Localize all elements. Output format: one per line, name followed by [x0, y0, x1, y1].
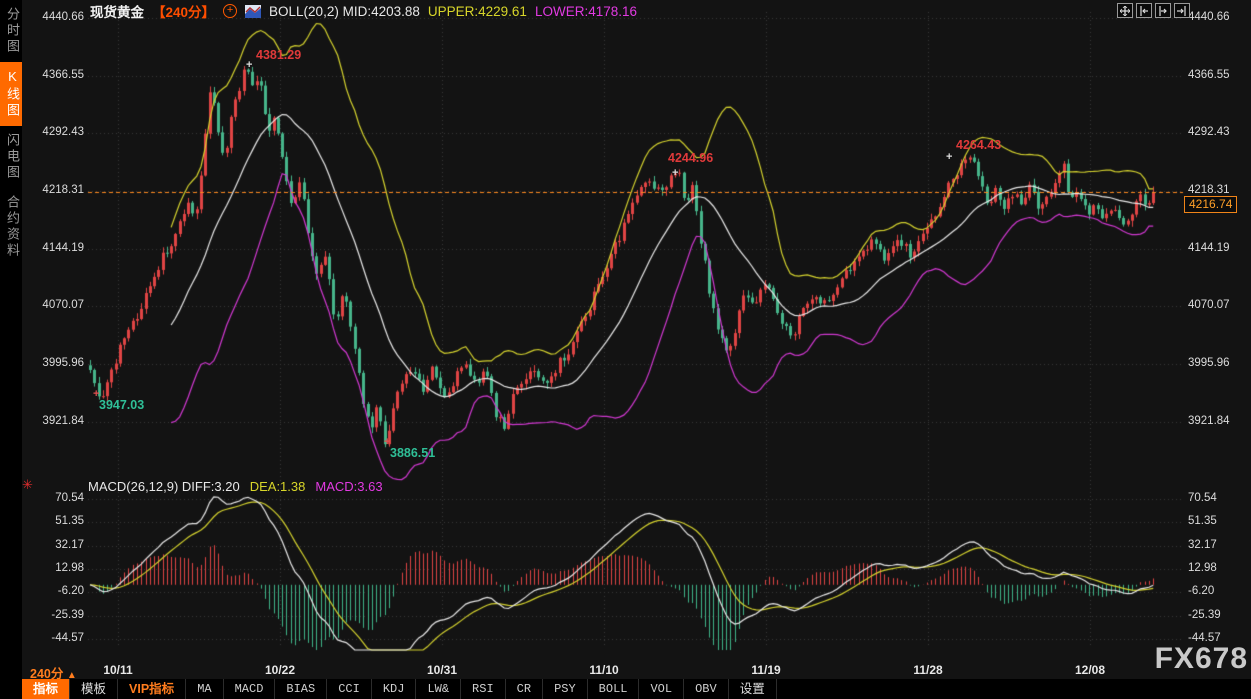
boll-upper-readout: UPPER:4229.61 [428, 4, 527, 19]
y-axis-label-macd-left: -6.20 [24, 585, 84, 597]
y-axis-label-main-left: 4144.19 [24, 242, 84, 254]
extreme-marker: + [672, 167, 678, 179]
price-annotation: 3947.03 [99, 398, 144, 412]
price-annotation: 4381.29 [256, 48, 301, 62]
shift-chart-icon[interactable] [1174, 3, 1190, 18]
price-annotation: 4244.96 [668, 151, 713, 165]
y-axis-label-main-right: 4070.07 [1188, 299, 1230, 311]
toolbar-tab-kdj[interactable]: KDJ [372, 679, 417, 699]
toolbar-tab-boll[interactable]: BOLL [588, 679, 640, 699]
crosshair-icon[interactable] [1117, 3, 1133, 18]
y-axis-label-main-right: 4218.31 [1188, 184, 1230, 196]
extreme-marker: + [93, 388, 99, 400]
x-axis-date-label: 11/19 [751, 663, 780, 677]
y-axis-label-macd-left: 32.17 [24, 539, 84, 551]
toolbar-tab-bias[interactable]: BIAS [275, 679, 327, 699]
y-axis-label-macd-right: 32.17 [1188, 539, 1217, 551]
y-axis-label-macd-right: -6.20 [1188, 585, 1214, 597]
toolbar-tab-vol[interactable]: VOL [639, 679, 684, 699]
y-axis-label-main-right: 3921.84 [1188, 415, 1230, 427]
toolbar-tab-psy[interactable]: PSY [543, 679, 588, 699]
toolbar-tab-rsi[interactable]: RSI [461, 679, 506, 699]
macd-header: MACD(26,12,9) DIFF:3.20 DEA:1.38 MACD:3.… [88, 479, 383, 494]
macd-value-readout: MACD:3.63 [315, 479, 382, 494]
y-axis-label-main-left: 3995.96 [24, 357, 84, 369]
x-axis-date-label: 10/22 [265, 663, 295, 677]
boll-mid-readout: BOLL(20,2) MID:4203.88 [269, 4, 420, 19]
toolbar-tab-lw&[interactable]: LW& [416, 679, 461, 699]
toolbar-tab-ma[interactable]: MA [186, 679, 223, 699]
y-axis-label-macd-left: -44.57 [24, 632, 84, 644]
toolbar-tab-obv[interactable]: OBV [684, 679, 729, 699]
toolbar-tab-vip指标[interactable]: VIP指标 [118, 679, 186, 699]
period-badge[interactable]: 【240分】 [152, 1, 215, 21]
symbol-name: 现货黄金 [90, 1, 144, 21]
y-axis-label-macd-right: 12.98 [1188, 562, 1217, 574]
y-axis-label-main-left: 4440.66 [24, 11, 84, 23]
chart-thumbnail-icon[interactable] [245, 5, 261, 18]
extreme-marker: + [384, 436, 390, 448]
y-axis-label-main-left: 4218.31 [24, 184, 84, 196]
shrink-bars-icon[interactable] [1136, 3, 1152, 18]
last-price-tag: 4216.74 [1184, 196, 1237, 213]
topbar: 现货黄金 【240分】 + BOLL(20,2) MID:4203.88 UPP… [90, 2, 637, 20]
x-axis-date-label: 10/11 [103, 663, 132, 677]
x-axis-date-label: 12/08 [1075, 663, 1105, 677]
toolbar-tab-模板[interactable]: 模板 [70, 679, 118, 699]
y-axis-label-main-right: 3995.96 [1188, 357, 1230, 369]
y-axis-label-main-right: 4366.55 [1188, 69, 1230, 81]
x-axis-date-label: 11/28 [913, 663, 942, 677]
y-axis-label-macd-right: -25.39 [1188, 609, 1221, 621]
y-axis-label-macd-left: -25.39 [24, 609, 84, 621]
toolbar-tab-cr[interactable]: CR [506, 679, 543, 699]
y-axis-label-macd-right: -44.57 [1188, 632, 1221, 644]
sidebar-item-tab[interactable]: 合约资料 [0, 188, 22, 266]
macd-dea-readout: DEA:1.38 [250, 479, 306, 494]
chart-toolbar-icons [1117, 3, 1190, 18]
y-axis-label-main-right: 4440.66 [1188, 11, 1230, 23]
x-axis-date-label: 10/31 [427, 663, 457, 677]
y-axis-label-main-right: 4292.43 [1188, 126, 1230, 138]
boll-lower-readout: LOWER:4178.16 [535, 4, 637, 19]
sidebar-item-tab[interactable]: 闪电图 [0, 126, 22, 188]
watermark-logo: FX678 [1155, 642, 1248, 676]
add-indicator-icon[interactable]: + [223, 4, 237, 18]
trading-app: 分时图K线图闪电图合约资料 现货黄金 【240分】 + BOLL(20,2) M… [0, 0, 1251, 699]
macd-diff-readout: MACD(26,12,9) DIFF:3.20 [88, 479, 240, 494]
price-annotation: 4264.43 [956, 138, 1001, 152]
indicator-toolbar: 指标模板VIP指标MAMACDBIASCCIKDJLW&RSICRPSYBOLL… [22, 679, 1251, 699]
extreme-marker: + [946, 151, 952, 163]
sidebar: 分时图K线图闪电图合约资料 [0, 0, 22, 699]
toolbar-tab-指标[interactable]: 指标 [22, 679, 70, 699]
y-axis-label-main-left: 4070.07 [24, 299, 84, 311]
y-axis-label-main-right: 4144.19 [1188, 242, 1230, 254]
y-axis-label-macd-left: 51.35 [24, 515, 84, 527]
chart-canvas[interactable] [0, 0, 1251, 699]
y-axis-label-main-left: 4292.43 [24, 126, 84, 138]
price-annotation: 3886.51 [390, 446, 435, 460]
toolbar-tab-cci[interactable]: CCI [327, 679, 372, 699]
y-axis-label-macd-right: 51.35 [1188, 515, 1217, 527]
extreme-marker: + [246, 59, 252, 71]
y-axis-label-macd-right: 70.54 [1188, 492, 1217, 504]
toolbar-tab-设置[interactable]: 设置 [729, 679, 777, 699]
y-axis-label-main-left: 3921.84 [24, 415, 84, 427]
expand-bars-icon[interactable] [1155, 3, 1171, 18]
toolbar-tab-macd[interactable]: MACD [224, 679, 276, 699]
sidebar-item-active[interactable]: K线图 [0, 62, 22, 126]
indicator-settings-icon[interactable]: ✳ [22, 477, 33, 493]
y-axis-label-macd-left: 12.98 [24, 562, 84, 574]
y-axis-label-main-left: 4366.55 [24, 69, 84, 81]
x-axis-date-label: 11/10 [589, 663, 618, 677]
sidebar-item-tab[interactable]: 分时图 [0, 0, 22, 62]
y-axis-label-macd-left: 70.54 [24, 492, 84, 504]
